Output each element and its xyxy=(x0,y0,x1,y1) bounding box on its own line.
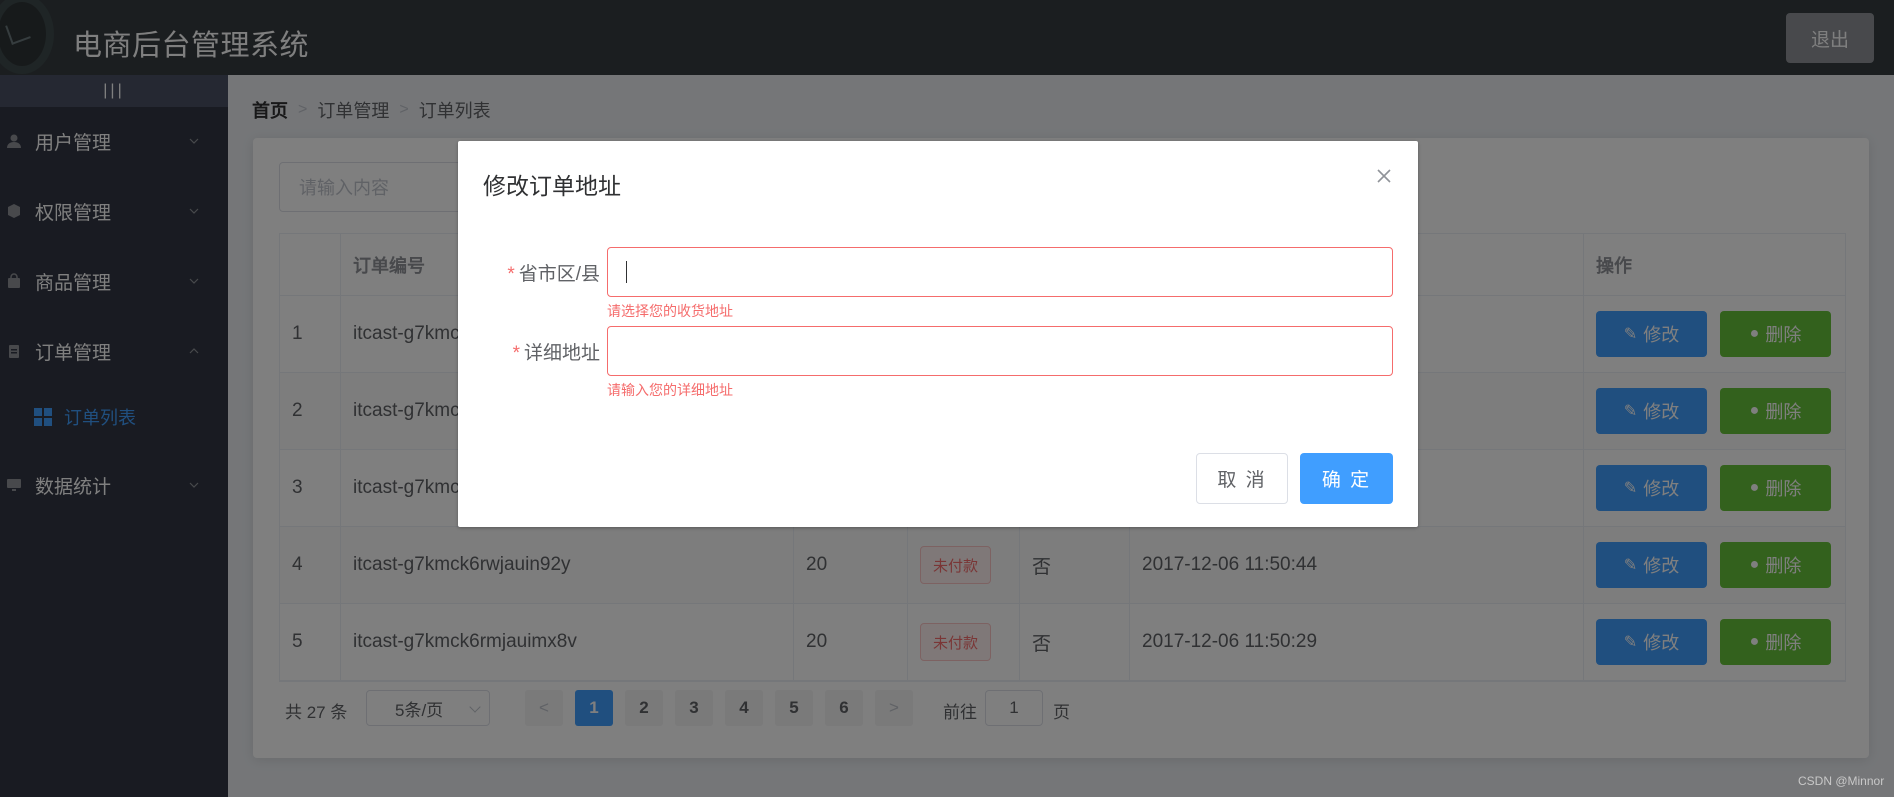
dialog-title: 修改订单地址 xyxy=(483,173,621,199)
address-error: 请输入您的详细地址 xyxy=(607,382,733,398)
edit-address-dialog: 修改订单地址 * 省市区/县 请选择您的收货地址 * 详细地址 请输入您的详细地址 … xyxy=(458,141,1418,527)
watermark: CSDN @Minnor xyxy=(1798,774,1885,788)
text-caret xyxy=(626,261,627,283)
address-label: * 详细地址 xyxy=(512,343,600,364)
confirm-button[interactable]: 确 定 xyxy=(1300,453,1393,504)
cancel-button[interactable]: 取 消 xyxy=(1196,453,1288,504)
region-input[interactable] xyxy=(607,247,1393,297)
close-icon[interactable] xyxy=(1373,165,1395,187)
address-input[interactable] xyxy=(607,326,1393,376)
region-error: 请选择您的收货地址 xyxy=(607,303,733,319)
region-label: * 省市区/县 xyxy=(507,264,600,285)
